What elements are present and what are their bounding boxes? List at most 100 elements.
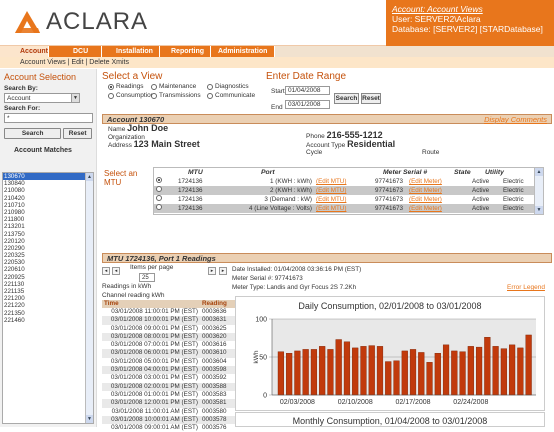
meter-serial-value: 97741673 <box>374 205 403 212</box>
account-match-item[interactable]: 221350 <box>3 310 93 317</box>
radio-maintenance[interactable]: Maintenance <box>151 83 196 90</box>
edit-meter-link[interactable]: (Edit Meter) <box>409 196 442 203</box>
edit-mtu-link[interactable]: (Edit MTU) <box>316 187 346 194</box>
account-match-item[interactable]: 220290 <box>3 245 93 252</box>
bar <box>393 360 400 396</box>
account-views-link[interactable]: Account: Account Views <box>392 4 548 14</box>
scroll-up-icon[interactable]: ▲ <box>535 168 543 176</box>
scroll-up-icon[interactable]: ▲ <box>86 173 93 181</box>
radio-consumption[interactable]: Consumption <box>108 92 154 99</box>
account-match-item[interactable]: 213750 <box>3 231 93 238</box>
search-by-select[interactable]: Account ▼ <box>4 93 80 103</box>
reading-value: 0003588 <box>202 382 227 390</box>
account-match-item[interactable]: 220610 <box>3 266 93 273</box>
radio-icon[interactable] <box>151 83 157 90</box>
col-state: State <box>454 169 471 176</box>
account-match-item[interactable]: 210080 <box>3 187 93 194</box>
edit-mtu-link[interactable]: (Edit MTU) <box>316 196 346 203</box>
radio-diagnostics[interactable]: Diagnostics <box>207 83 249 90</box>
scroll-down-icon[interactable]: ▼ <box>86 415 93 423</box>
tab-dcu[interactable]: DCU <box>49 46 102 57</box>
col-reading: Reading <box>202 300 227 307</box>
edit-meter-link[interactable]: (Edit Meter) <box>409 187 442 194</box>
account-match-item[interactable]: 210420 <box>3 195 93 202</box>
prev-page-icon[interactable]: ◂ <box>112 267 120 275</box>
account-match-item[interactable]: 220925 <box>3 274 93 281</box>
start-date-input[interactable]: 01/04/2008 <box>285 86 330 95</box>
account-match-item[interactable]: 210710 <box>3 202 93 209</box>
mtu-id: 1724136 <box>178 205 203 212</box>
mtu-row[interactable]: 1724136 2 (KWH : kWh) (Edit MTU) 97741673 (E… <box>154 186 543 195</box>
mtu-id: 1724136 <box>178 187 203 194</box>
bar <box>335 339 342 396</box>
account-match-item[interactable]: 221460 <box>3 317 93 324</box>
mtu-port: 2 (KWH : kWh) <box>270 187 312 194</box>
meter-info: Date Installed: 01/04/2008 03:36:16 PM (… <box>232 265 361 292</box>
account-match-item[interactable]: 210980 <box>3 209 93 216</box>
account-selection-title: Account Selection <box>4 72 77 82</box>
radio-icon[interactable] <box>207 83 213 90</box>
reset-button[interactable]: Reset <box>63 128 92 139</box>
mtu-row[interactable]: 1724136 3 (Demand : kW) (Edit MTU) 97741673… <box>154 195 543 204</box>
chevron-down-icon[interactable]: ▼ <box>71 94 79 102</box>
edit-meter-link[interactable]: (Edit Meter) <box>409 205 442 212</box>
first-page-icon[interactable]: ◂ <box>102 267 110 275</box>
account-address: 123 Main Street <box>133 139 200 149</box>
x-tick-label: 02/17/2008 <box>395 399 430 406</box>
x-tick-label: 02/03/2008 <box>280 399 315 406</box>
radio-icon[interactable] <box>207 92 213 99</box>
sub-nav[interactable]: Account Views | Edit | Delete Xmits <box>0 57 554 68</box>
account-match-item[interactable]: 220530 <box>3 259 93 266</box>
display-comments-link[interactable]: Display Comments <box>484 115 547 124</box>
edit-mtu-link[interactable]: (Edit MTU) <box>316 205 346 212</box>
account-match-item[interactable]: 220120 <box>3 238 93 245</box>
radio-icon[interactable] <box>108 92 114 99</box>
error-legend-link[interactable]: Error Legend <box>507 284 545 291</box>
radio-transmissions[interactable]: Transmissions <box>151 92 201 99</box>
tab-account[interactable]: Account <box>0 46 49 57</box>
mtu-row[interactable]: 1724136 1 (KWH : kWh) (Edit MTU) 97741673 (E… <box>154 177 543 186</box>
account-match-item[interactable]: 221220 <box>3 302 93 309</box>
account-match-item[interactable]: 211800 <box>3 216 93 223</box>
radio-communicate[interactable]: Communicate <box>207 92 255 99</box>
mtu-radio-icon[interactable] <box>156 195 162 201</box>
next-page-icon[interactable]: ▸ <box>208 267 216 275</box>
items-per-page-select[interactable]: 25 <box>139 273 155 282</box>
reading-time: 03/01/2008 06:00:01 PM (EST) <box>110 349 198 357</box>
mtu-radio-icon[interactable] <box>156 186 162 192</box>
reading-time: 03/01/2008 04:00:01 PM (EST) <box>110 366 198 374</box>
edit-mtu-link[interactable]: (Edit MTU) <box>316 178 346 185</box>
account-match-item[interactable]: 130840 <box>3 180 93 187</box>
state-value: Active <box>472 178 490 185</box>
search-for-input[interactable]: * <box>4 113 93 123</box>
search-button[interactable]: Search <box>4 128 62 139</box>
mtu-radio-icon[interactable] <box>156 177 162 183</box>
end-date-input[interactable]: 03/01/2008 <box>285 100 330 109</box>
scrollbar[interactable]: ▲ ▼ <box>85 173 93 423</box>
account-match-item[interactable]: 213201 <box>3 223 93 230</box>
account-match-item[interactable]: 220325 <box>3 252 93 259</box>
last-page-icon[interactable]: ▸ <box>219 267 227 275</box>
date-reset-button[interactable]: Reset <box>361 93 381 104</box>
tab-reporting[interactable]: Reporting <box>160 46 211 57</box>
utility-value: Electric <box>503 187 524 194</box>
date-search-button[interactable]: Search <box>334 93 359 104</box>
tab-installation[interactable]: Installation <box>102 46 160 57</box>
account-matches-list[interactable]: 130670 130840 210080 210420 210710 210980 2118… <box>2 172 94 424</box>
mtu-scrollbar[interactable]: ▲ ▼ <box>534 168 543 214</box>
account-match-item[interactable]: 130670 <box>3 173 93 181</box>
account-match-item[interactable]: 221135 <box>3 288 93 295</box>
radio-readings[interactable]: Readings <box>108 83 143 90</box>
tab-administration[interactable]: Administration <box>211 46 275 57</box>
radio-readings-icon[interactable] <box>108 83 114 90</box>
account-match-item[interactable]: 221200 <box>3 295 93 302</box>
mtu-row[interactable]: 1724136 4 (Line Voltage : Volts) (Edit MTU… <box>154 204 543 213</box>
meter-serial-value: 97741673 <box>374 187 403 194</box>
edit-meter-link[interactable]: (Edit Meter) <box>409 178 442 185</box>
scroll-down-icon[interactable]: ▼ <box>535 206 543 214</box>
mtu-radio-icon[interactable] <box>156 204 162 210</box>
reading-time: 03/01/2008 11:00:01 AM (EST) <box>111 407 198 415</box>
account-match-item[interactable]: 221130 <box>3 281 93 288</box>
bar <box>368 345 375 396</box>
radio-icon[interactable] <box>151 92 157 99</box>
